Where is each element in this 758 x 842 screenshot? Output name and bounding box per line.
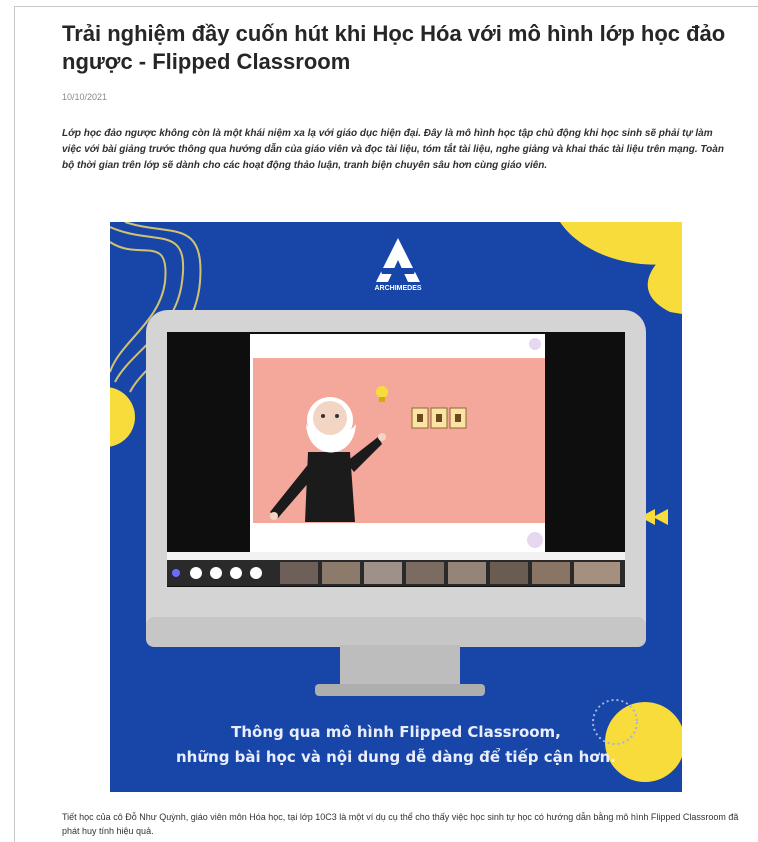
brand-name: ARCHIMEDES — [374, 285, 421, 292]
hero-caption-line1: Thông qua mô hình Flipped Classroom, — [231, 723, 561, 741]
yellow-circle-bottom-right — [605, 702, 682, 782]
microscope-icon — [527, 532, 543, 548]
article-title: Trải nghiệm đầy cuốn hút khi Học Hóa với… — [62, 21, 726, 74]
participant-thumbnails — [280, 562, 620, 584]
monitor-base — [315, 684, 485, 696]
flask-icon — [529, 338, 541, 350]
article-lead: Lớp học đảo ngược không còn là một khái … — [62, 128, 724, 171]
monitor-stand — [340, 645, 460, 690]
progress-strip — [167, 552, 625, 560]
article-date: 10/10/2021 — [62, 92, 108, 102]
hero-illustration: ARCHIMEDES Thông qua mô hình Flipped Cla… — [110, 222, 682, 792]
article-body: Tiết học của cô Đỗ Như Quỳnh, giáo viên … — [62, 812, 739, 836]
slide-content — [253, 358, 545, 523]
hero-caption-line2: những bài học và nội dung dễ dàng để tiế… — [176, 747, 616, 766]
element-tiles — [411, 407, 467, 429]
monitor-chin — [146, 617, 646, 647]
hero-image: ARCHIMEDES Thông qua mô hình Flipped Cla… — [110, 222, 682, 792]
